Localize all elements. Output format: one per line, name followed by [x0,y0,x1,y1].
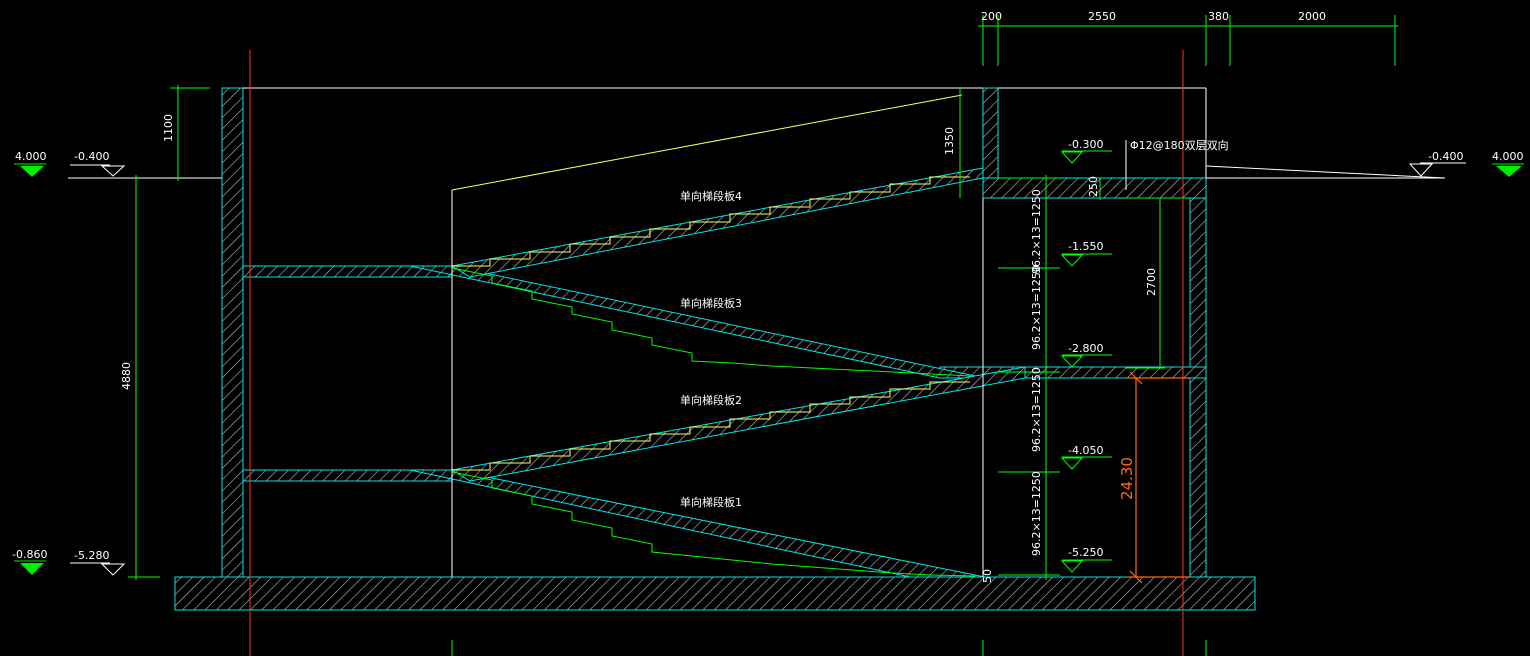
level-r5: -5.250 [1068,546,1103,559]
left-dimensions [128,85,210,580]
right-wall-upper [982,87,999,179]
bottom-ticks [451,640,1207,656]
stair-label-3: 单向梯段板3 [680,296,742,310]
flight-2 [450,366,1026,482]
left-top-level-marker-icon [20,166,44,177]
right-top-level-icon [1408,163,1434,177]
stair-section-drawing: 200 2550 380 2000 1100 4880 1350 250 270… [12,10,1524,656]
step-dim-2: 96.2×13=1250 [1030,265,1043,350]
left-dim-1100: 1100 [162,114,175,142]
level-left-top: -0.400 [74,150,109,163]
left-wall [221,87,244,578]
step-dim-1: 96.2×13=1250 [1030,189,1043,274]
top-dim-3: 380 [1208,10,1229,23]
right-top-level-marker-icon [1496,166,1522,177]
left-top-level-icon [100,165,126,177]
rebar-note: Φ12@180双层双向 [1130,138,1229,152]
ground-right [1205,165,1446,179]
flight-1 [409,469,986,578]
step-lines [451,176,976,577]
level-right-top-marker: 4.000 [1492,150,1524,163]
top-dim-1: 200 [981,10,1002,23]
level-left-bottom: -5.280 [74,549,109,562]
stair-label-2: 单向梯段板2 [680,393,742,407]
top-dim-2: 2550 [1088,10,1116,23]
level-r4: -4.050 [1068,444,1103,457]
level-r1: -0.300 [1068,138,1103,151]
stair-label-4: 单向梯段板4 [680,189,742,203]
left-dim-4880: 4880 [120,362,133,390]
level-right-top: -0.400 [1428,150,1463,163]
yellow-slope-line [451,94,963,191]
dim-50: 50 [981,569,994,583]
step-dim-3: 96.2×13=1250 [1030,367,1043,452]
top-dim-4: 2000 [1298,10,1326,23]
dim-250: 250 [1087,176,1100,197]
level-r3: -2.800 [1068,342,1103,355]
dim-24-30: 24.30 [1118,457,1136,500]
level-r2: -1.550 [1068,240,1103,253]
step-dim-4: 96.2×13=1250 [1030,471,1043,556]
stair-label-1: 单向梯段板1 [680,495,742,509]
dim-2700: 2700 [1145,268,1158,296]
left-bottom-level-marker-icon [20,563,44,575]
dim-1350: 1350 [943,127,956,155]
top-dimension-chain [978,15,1398,66]
level-left-top-marker: 4.000 [15,150,47,163]
base-slab [174,576,1256,611]
orange-dimension [1128,371,1190,584]
level-left-bottom-marker: -0.860 [12,548,47,561]
left-bottom-level-icon [100,563,126,576]
